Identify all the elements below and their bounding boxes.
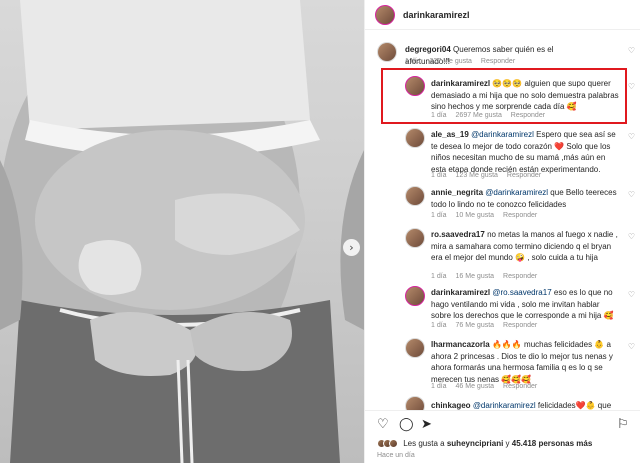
comment-text: annie_negrita @darinkaramirezl que Bello… [431, 188, 617, 209]
comment-likes[interactable]: 16 Me gusta [456, 273, 495, 280]
avatar[interactable] [405, 76, 425, 96]
comment-text: ale_as_19 @darinkaramirezl Espero que se… [431, 130, 616, 174]
heart-icon[interactable]: ♡ [628, 290, 635, 299]
avatar[interactable] [405, 338, 425, 358]
reply-button[interactable]: Responder [507, 172, 541, 179]
comment-likes[interactable]: 46 Me gusta [456, 383, 495, 390]
heart-icon[interactable]: ♡ [628, 46, 635, 55]
comment-meta: 1 día 327 Me gusta Responder [405, 58, 516, 65]
comment-likes[interactable]: 10 Me gusta [456, 212, 495, 219]
next-photo-button[interactable]: › [343, 239, 360, 256]
comment-meta: 1 día 2697 Me gusta Responder [431, 112, 546, 119]
share-icon[interactable]: ➤ [421, 417, 432, 432]
avatar[interactable] [375, 5, 395, 25]
likes-count[interactable]: 45.418 personas más [512, 439, 593, 448]
likes-user[interactable]: suheyncipriani [447, 439, 503, 448]
heart-icon[interactable]: ♡ [628, 132, 635, 141]
comment-username[interactable]: chinkageo [431, 401, 471, 410]
comment-likes[interactable]: 123 Me gusta [456, 172, 498, 179]
photo-illustration [0, 0, 364, 463]
heart-icon[interactable]: ♡ [628, 342, 635, 351]
heart-icon[interactable]: ♡ [628, 232, 635, 241]
avatar[interactable] [405, 128, 425, 148]
comment-text: darinkaramirezl @ro.saavedra17 eso es lo… [431, 288, 614, 320]
heart-icon[interactable]: ♡ [628, 190, 635, 199]
comment-username[interactable]: lharmancazorla [431, 340, 490, 349]
likes-summary[interactable]: Les gusta a suheyncipriani y 45.418 pers… [377, 439, 593, 449]
comment-username[interactable]: degregori04 [405, 45, 451, 54]
comment-meta: 1 día 123 Me gusta Responder [431, 172, 542, 179]
comment-text: lharmancazorla 🔥🔥🔥 muchas felicidades 👶 … [431, 340, 613, 384]
comment-meta: 1 día 16 Me gusta Responder [431, 273, 538, 280]
comment-username[interactable]: ro.saavedra17 [431, 230, 485, 239]
comment-meta: 1 día 76 Me gusta Responder [431, 322, 538, 329]
avatar [389, 439, 398, 449]
avatar[interactable] [405, 228, 425, 248]
comment-username[interactable]: darinkaramirezl [431, 288, 490, 297]
heart-icon[interactable]: ♡ [377, 417, 389, 432]
avatar[interactable] [405, 286, 425, 306]
comment-meta: 1 día 10 Me gusta Responder [431, 212, 538, 219]
post-username[interactable]: darinkaramirezl [403, 10, 470, 20]
heart-icon[interactable]: ♡ [628, 82, 635, 91]
avatar[interactable] [405, 186, 425, 206]
post-timestamp: Hace un día [377, 452, 415, 459]
comments-panel: darinkaramirezl degregori04 Queremos sab… [364, 0, 640, 463]
avatar[interactable] [377, 42, 397, 62]
reply-button[interactable]: Responder [481, 58, 515, 65]
chevron-right-icon: › [349, 241, 354, 254]
comment-meta: 1 día 46 Me gusta Responder [431, 383, 538, 390]
reply-button[interactable]: Responder [503, 273, 537, 280]
reply-button[interactable]: Responder [503, 383, 537, 390]
comment-icon[interactable]: ◯ [399, 417, 414, 432]
post-photo: › [0, 0, 364, 463]
bookmark-icon[interactable]: ⚐ [617, 417, 629, 432]
comment-username[interactable]: annie_negrita [431, 188, 483, 197]
comment-username[interactable]: ale_as_19 [431, 130, 469, 139]
comment-likes[interactable]: 327 Me gusta [430, 58, 472, 65]
post-actions-bar: ♡ ◯ ➤ ⚐ Les gusta a suheyncipriani y 45.… [365, 410, 640, 463]
reply-button[interactable]: Responder [511, 112, 545, 119]
comment-text: ro.saavedra17 no metas la manos al fuego… [431, 230, 618, 262]
comment-likes[interactable]: 76 Me gusta [456, 322, 495, 329]
comment-likes[interactable]: 2697 Me gusta [456, 112, 502, 119]
post-header: darinkaramirezl [365, 0, 640, 30]
reply-button[interactable]: Responder [503, 322, 537, 329]
reply-button[interactable]: Responder [503, 212, 537, 219]
comment-text: darinkaramirezl 🥺🥺🥺 alguien que supo que… [431, 79, 619, 111]
comment-username[interactable]: darinkaramirezl [431, 79, 490, 88]
